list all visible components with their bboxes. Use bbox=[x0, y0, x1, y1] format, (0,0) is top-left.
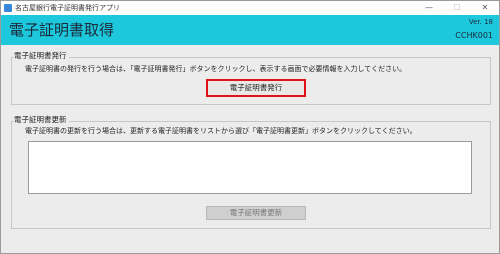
close-icon: ✕ bbox=[481, 3, 489, 12]
maximize-icon: ☐ bbox=[453, 3, 461, 12]
issue-instruction: 電子証明書の発行を行う場合は、「電子証明書発行」ボタンをクリックし、表示する画面… bbox=[25, 65, 407, 73]
issue-certificate-button[interactable]: 電子証明書発行 bbox=[206, 79, 306, 97]
app-icon bbox=[4, 4, 12, 12]
page-header: 電子証明書取得 Ver. 18 CCHK001 bbox=[1, 15, 499, 45]
issue-section-label: 電子証明書発行 bbox=[14, 51, 69, 61]
window-title: 名古屋銀行電子証明書発行アプリ bbox=[15, 4, 120, 12]
app-window: 名古屋銀行電子証明書発行アプリ — ☐ ✕ 電子証明書取得 Ver. 18 CC… bbox=[0, 0, 500, 254]
renew-certificate-button[interactable]: 電子証明書更新 bbox=[206, 206, 306, 220]
minimize-button[interactable]: — bbox=[415, 1, 443, 15]
renew-instruction: 電子証明書の更新を行う場合は、更新する電子証明書をリストから選び「電子証明書更新… bbox=[25, 127, 417, 135]
minimize-icon: — bbox=[425, 3, 433, 12]
screen-id-label: CCHK001 bbox=[455, 31, 493, 40]
version-label: Ver. 18 bbox=[468, 18, 493, 26]
title-bar: 名古屋銀行電子証明書発行アプリ — ☐ ✕ bbox=[1, 1, 499, 15]
close-button[interactable]: ✕ bbox=[471, 1, 499, 15]
renew-section-label: 電子証明書更新 bbox=[14, 115, 69, 125]
maximize-button[interactable]: ☐ bbox=[443, 1, 471, 15]
certificate-list[interactable] bbox=[28, 141, 472, 194]
page-title: 電子証明書取得 bbox=[9, 21, 115, 39]
